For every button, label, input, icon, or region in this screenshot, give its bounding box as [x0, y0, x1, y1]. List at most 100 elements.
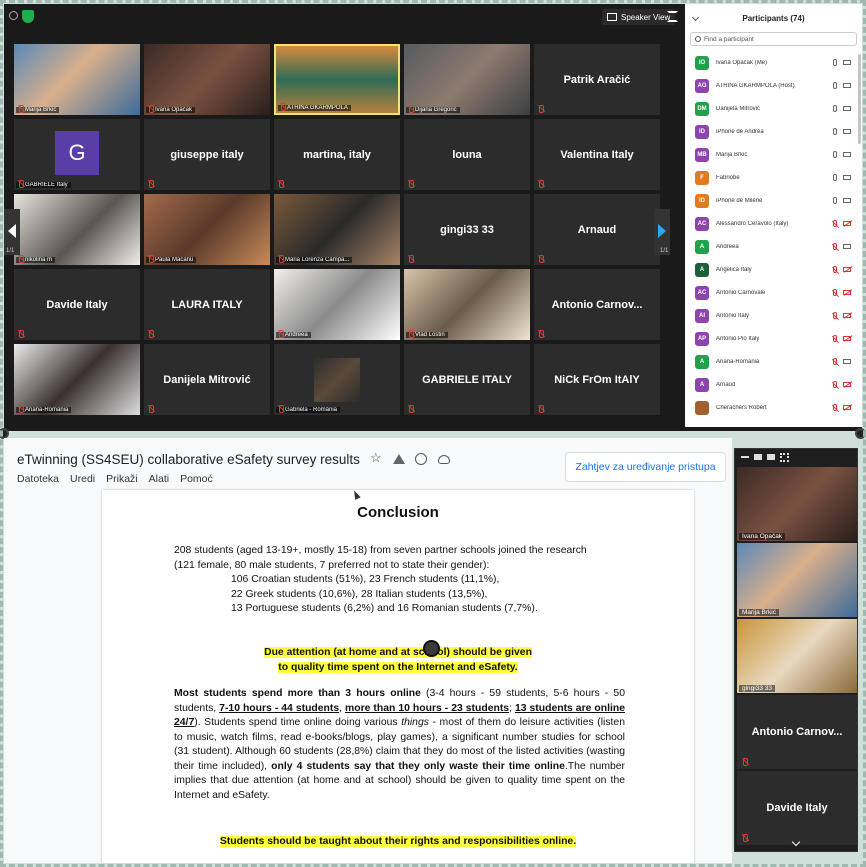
mic-muted-icon[interactable] — [833, 358, 837, 365]
request-edit-access-button[interactable]: Zahtjev za uređivanje pristupa — [565, 452, 726, 482]
video-tile[interactable]: Gabriela - România — [274, 344, 400, 415]
menu-view[interactable]: Prikaži — [106, 473, 138, 485]
video-tile[interactable]: GABRIELE ITALY — [404, 344, 530, 415]
participant-row[interactable]: A Andreea — [685, 235, 862, 258]
video-tile[interactable]: Vlad Lostin — [404, 269, 530, 340]
speaker-view-button[interactable]: Speaker View — [602, 9, 676, 25]
participant-row[interactable]: AC Alessandro Ceravolo (Italy) — [685, 212, 862, 235]
video-tile[interactable]: ATHINA GKARMPOLA — [274, 44, 400, 115]
video-tile[interactable]: giuseppe italy — [144, 119, 270, 190]
camera-off-icon[interactable] — [843, 267, 851, 272]
participant-row[interactable]: ID iPhone de Andréa — [685, 120, 862, 143]
participant-row[interactable]: IO Ivana Opačak (Me) — [685, 51, 862, 74]
camera-icon[interactable] — [843, 175, 851, 180]
participant-search-input[interactable]: Find a participant — [690, 32, 857, 46]
mic-muted-icon[interactable] — [833, 335, 837, 342]
camera-icon[interactable] — [843, 60, 851, 65]
video-tile[interactable]: martina, italy — [274, 119, 400, 190]
camera-icon[interactable] — [843, 244, 851, 249]
mic-icon[interactable] — [833, 151, 837, 158]
camera-icon[interactable] — [843, 152, 851, 157]
video-tile[interactable]: G GABRIELE Italy — [14, 119, 140, 190]
video-tile[interactable]: Ariana-Romania — [14, 344, 140, 415]
camera-off-icon[interactable] — [843, 382, 851, 387]
document-title[interactable]: eTwinning (SS4SEU) collaborative eSafety… — [17, 452, 360, 467]
camera-off-icon[interactable] — [843, 336, 851, 341]
menu-tools[interactable]: Alati — [149, 473, 169, 485]
camera-icon[interactable] — [843, 129, 851, 134]
mic-muted-icon[interactable] — [833, 289, 837, 296]
document-page[interactable]: Conclusion 208 students (aged 13-19+, mo… — [102, 490, 694, 863]
menu-file[interactable]: Datoteka — [17, 473, 59, 485]
video-tile[interactable]: Davide Italy — [14, 269, 140, 340]
video-tile[interactable]: LAURA ITALY — [144, 269, 270, 340]
star-icon[interactable]: ☆ — [370, 450, 382, 465]
camera-off-icon[interactable] — [843, 405, 851, 410]
resize-handle-right[interactable] — [855, 428, 866, 439]
video-tile[interactable]: Arnaud — [534, 194, 660, 265]
info-icon[interactable] — [9, 11, 18, 20]
mic-icon[interactable] — [833, 128, 837, 135]
mic-icon[interactable] — [833, 197, 837, 204]
participant-row[interactable]: Cherachers Robert — [685, 396, 862, 419]
camera-off-icon[interactable] — [843, 313, 851, 318]
mic-icon[interactable] — [833, 105, 837, 112]
video-tile[interactable]: gingi33 33 — [404, 194, 530, 265]
strip-video-tile[interactable]: gingi33 33 — [737, 619, 857, 693]
menu-edit[interactable]: Uredi — [70, 473, 95, 485]
encryption-shield-icon[interactable] — [22, 10, 34, 23]
video-tile[interactable]: Patrik Aračić — [534, 44, 660, 115]
camera-icon[interactable] — [843, 198, 851, 203]
fullscreen-icon[interactable] — [667, 11, 678, 22]
show-active-speaker-icon[interactable] — [767, 454, 775, 460]
mic-muted-icon[interactable] — [833, 243, 837, 250]
participant-row[interactable]: ID iPhone de Milène — [685, 189, 862, 212]
window-divider[interactable] — [4, 431, 862, 436]
strip-video-tile[interactable]: Antonio Carnov... — [737, 695, 857, 769]
cloud-saved-icon[interactable] — [438, 455, 450, 464]
document-status-icon[interactable] — [415, 453, 427, 465]
mic-muted-icon[interactable] — [833, 312, 837, 319]
video-tile[interactable]: nikolina m — [14, 194, 140, 265]
strip-video-tile[interactable]: Marija Brkić — [737, 543, 857, 617]
strip-video-tile[interactable]: Davide Italy — [737, 771, 857, 845]
strip-video-tile[interactable]: Ivana Opačak — [737, 467, 857, 541]
hide-video-icon[interactable] — [754, 454, 762, 460]
mic-muted-icon[interactable] — [833, 404, 837, 411]
participant-row[interactable]: DM Danijela Mitrović — [685, 97, 862, 120]
participant-row[interactable]: MB Marija Brkić — [685, 143, 862, 166]
video-tile[interactable]: NiCk FrOm ItAlY — [534, 344, 660, 415]
camera-icon[interactable] — [843, 359, 851, 364]
video-tile[interactable]: Andreea — [274, 269, 400, 340]
mic-muted-icon[interactable] — [833, 266, 837, 273]
mic-muted-icon[interactable] — [833, 381, 837, 388]
participant-row[interactable]: A Arnaud — [685, 373, 862, 396]
video-tile[interactable]: louna — [404, 119, 530, 190]
menu-help[interactable]: Pomoć — [180, 473, 213, 485]
video-tile[interactable]: Maria Lorenza Campa... — [274, 194, 400, 265]
participant-row[interactable]: F Fabriobe — [685, 166, 862, 189]
camera-off-icon[interactable] — [843, 290, 851, 295]
mic-icon[interactable] — [833, 59, 837, 66]
participant-row[interactable]: AI Antonio Italy — [685, 304, 862, 327]
participant-row[interactable]: AP Antonio Pio Italy — [685, 327, 862, 350]
mic-icon[interactable] — [833, 174, 837, 181]
mic-icon[interactable] — [833, 82, 837, 89]
video-tile[interactable]: Valentina Italy — [534, 119, 660, 190]
participant-row[interactable]: AC Antonio Carnovale — [685, 281, 862, 304]
video-tile[interactable]: Antonio Carnov... — [534, 269, 660, 340]
video-tile[interactable]: Danijela Mitrović — [144, 344, 270, 415]
camera-icon[interactable] — [843, 106, 851, 111]
minimize-icon[interactable] — [741, 456, 749, 458]
participant-row[interactable]: A Angelica Italy — [685, 258, 862, 281]
video-tile[interactable]: Paula Macanu — [144, 194, 270, 265]
collapse-chevron-icon[interactable] — [691, 13, 700, 22]
move-to-drive-icon[interactable] — [393, 453, 405, 465]
participants-scrollbar[interactable] — [858, 54, 861, 144]
camera-icon[interactable] — [843, 83, 851, 88]
participant-row[interactable]: A Ariana-Romania — [685, 350, 862, 373]
video-tile[interactable]: Dijana Gregorić — [404, 44, 530, 115]
participant-row[interactable]: AG ATHINA GKARMPOLA (Host) — [685, 74, 862, 97]
video-tile[interactable]: Marija Brkić — [14, 44, 140, 115]
gallery-view-icon[interactable] — [780, 452, 789, 462]
